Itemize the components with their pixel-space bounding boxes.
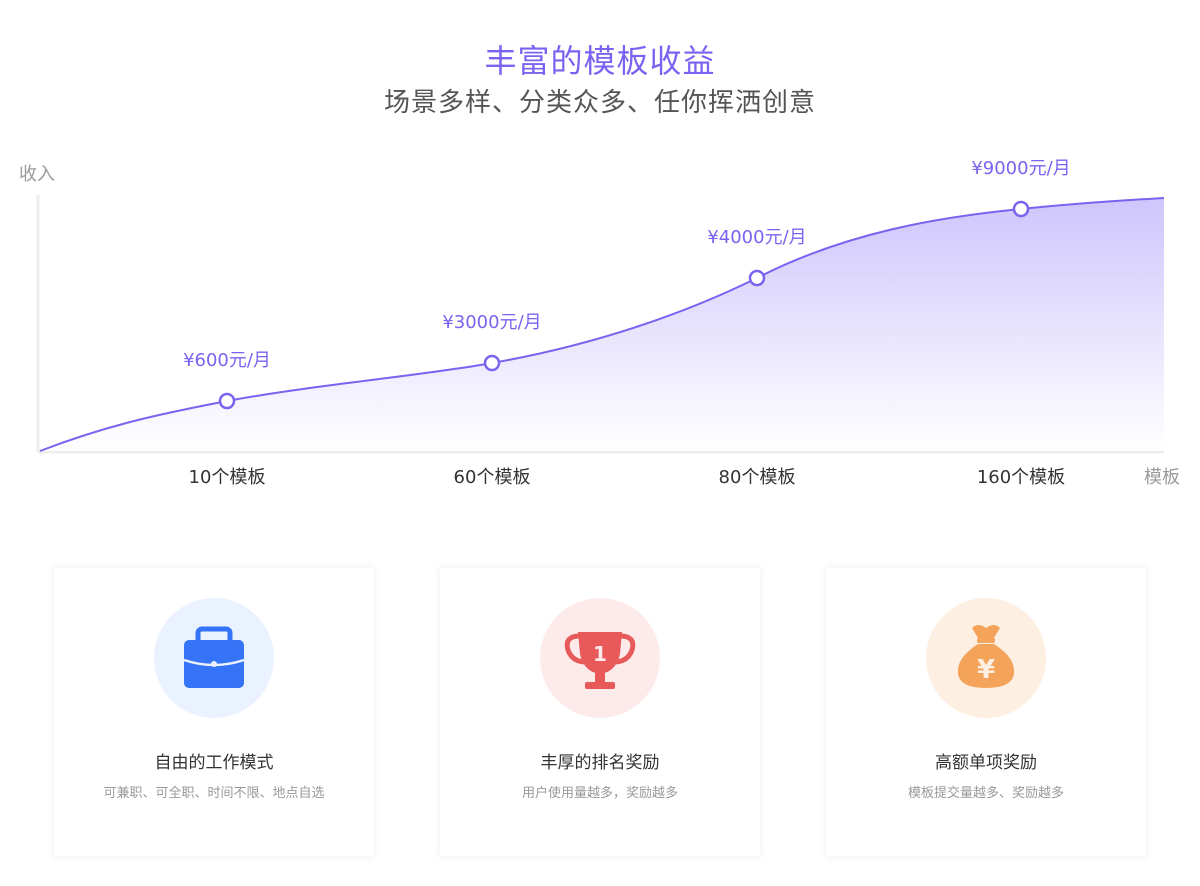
card-description: 模板提交量越多、奖励越多 [907, 786, 1064, 801]
data-label: ¥600元/月 [183, 350, 271, 371]
briefcase-icon [183, 626, 245, 688]
income-chart: 收入 ¥600元/月 ¥3000元/月 ¥4000元/月 ¥9000元/月 10个模板… [19, 158, 1180, 488]
data-point [1012, 200, 1030, 218]
area-fill [40, 198, 1164, 451]
data-label: ¥9000元/月 [971, 158, 1070, 179]
data-point [748, 269, 766, 287]
data-point [218, 392, 236, 410]
card-description: 用户使用量越多，奖励越多 [521, 786, 678, 801]
card-title: 自由的工作模式 [154, 753, 274, 773]
svg-text:1: 1 [593, 642, 607, 666]
feature-card-freedom: 自由的工作模式 可兼职、可全职、时间不限、地点自选 [54, 568, 374, 856]
x-tick-label: 160个模板 [977, 467, 1065, 488]
x-tick-label: 80个模板 [719, 467, 796, 488]
page-subtitle: 场景多样、分类众多、任你挥洒创意 [383, 88, 816, 118]
data-label: ¥3000元/月 [442, 312, 541, 333]
data-point [483, 354, 501, 372]
x-axis-label: 模板 [1144, 467, 1180, 488]
feature-card-bonus: ¥ 高额单项奖励 模板提交量越多、奖励越多 [826, 568, 1146, 856]
card-description: 可兼职、可全职、时间不限、地点自选 [103, 786, 325, 801]
svg-text:¥: ¥ [977, 655, 995, 685]
y-axis-label: 收入 [19, 164, 55, 185]
feature-card-ranking: 1 丰厚的排名奖励 用户使用量越多，奖励越多 [440, 568, 760, 856]
trophy-icon: 1 [564, 632, 636, 689]
feature-cards: 自由的工作模式 可兼职、可全职、时间不限、地点自选 1 丰厚的排名奖励 用户使用… [54, 568, 1146, 856]
x-tick-label: 10个模板 [189, 467, 266, 488]
money-bag-icon: ¥ [957, 625, 1015, 688]
icon-circle: ¥ [926, 598, 1046, 718]
x-tick-label: 60个模板 [454, 467, 531, 488]
icon-circle [154, 598, 274, 718]
icon-circle: 1 [540, 598, 660, 718]
card-title: 高额单项奖励 [935, 753, 1037, 773]
page-title: 丰富的模板收益 [484, 42, 716, 80]
card-title: 丰厚的排名奖励 [540, 753, 660, 773]
data-label: ¥4000元/月 [707, 227, 806, 248]
